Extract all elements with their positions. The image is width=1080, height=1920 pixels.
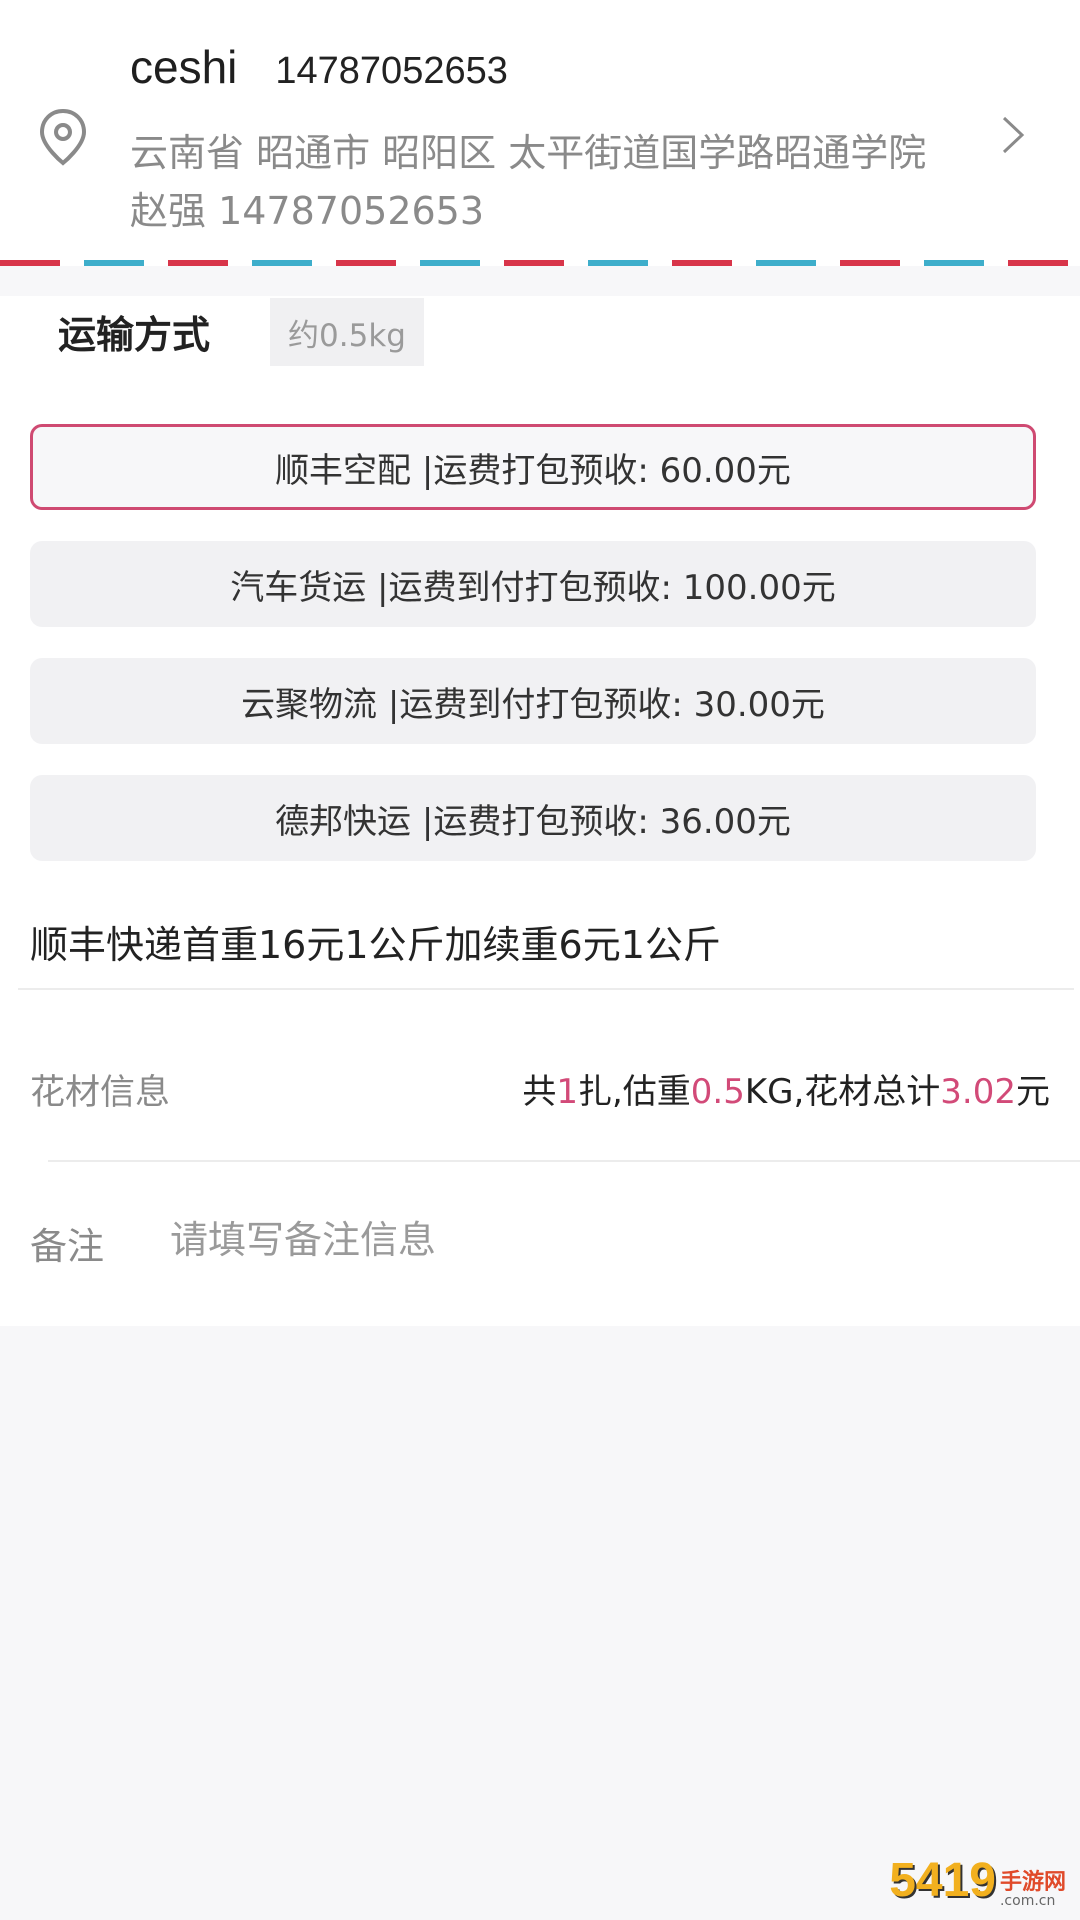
watermark-domain: .com.cn [999, 1893, 1056, 1909]
shipping-option-truck[interactable]: 汽车货运 |运费到付打包预收: 100.00元 [30, 541, 1036, 627]
bundle-count: 1 [556, 1072, 578, 1112]
address-contact-line: 赵强 14787052653 [130, 189, 485, 233]
location-pin-icon [38, 108, 88, 166]
summary-text: 元 [1016, 1072, 1050, 1112]
flower-total: 3.02 [940, 1072, 1016, 1112]
shipping-option-deppon[interactable]: 德邦快运 |运费打包预收: 36.00元 [30, 775, 1036, 861]
summary-text: 扎,估重 [577, 1072, 691, 1112]
shipping-option-yunju[interactable]: 云聚物流 |运费到付打包预收: 30.00元 [30, 658, 1036, 744]
remark-input[interactable] [170, 1210, 770, 1270]
divider [48, 1160, 1080, 1162]
shipping-method-title: 运输方式 [58, 313, 211, 357]
weight-badge: 约0.5kg [270, 298, 424, 366]
watermark-sub: 手游网 [999, 1870, 1066, 1895]
shipping-option-sf-air[interactable]: 顺丰空配 |运费打包预收: 60.00元 [30, 424, 1036, 510]
summary-text: 共 [522, 1072, 557, 1112]
shipping-note: 顺丰快递首重16元1公斤加续重6元1公斤 [30, 923, 721, 967]
address-line: 云南省 昭通市 昭阳区 太平街道国学路昭通学院 [130, 131, 927, 175]
remark-label: 备注 [30, 1225, 104, 1268]
estimated-weight: 0.5 [690, 1072, 745, 1112]
shipping-section: 运输方式 约0.5kg 顺丰空配 |运费打包预收: 60.00元 汽车货运 |运… [0, 296, 1080, 1326]
recipient-name: ceshi [130, 41, 238, 93]
flower-summary: 共1扎,估重0.5KG,花材总计3.02元 [522, 1064, 1050, 1113]
flower-info-label: 花材信息 [30, 1073, 171, 1113]
recipient-phone: 14787052653 [275, 50, 508, 92]
airmail-border [0, 260, 1080, 266]
address-card[interactable]: ceshi 14787052653 云南省 昭通市 昭阳区 太平街道国学路昭通学… [0, 0, 1080, 266]
watermark-logo: 5419 手游网 .com.cn [889, 1853, 1066, 1908]
watermark-side: 手游网 .com.cn [999, 1870, 1066, 1909]
recipient-row: ceshi 14787052653 [130, 40, 508, 100]
chevron-right-icon[interactable] [998, 112, 1028, 158]
summary-text: KG,花材总计 [744, 1072, 941, 1112]
divider [18, 988, 1074, 990]
watermark-main: 5419 [889, 1854, 996, 1907]
